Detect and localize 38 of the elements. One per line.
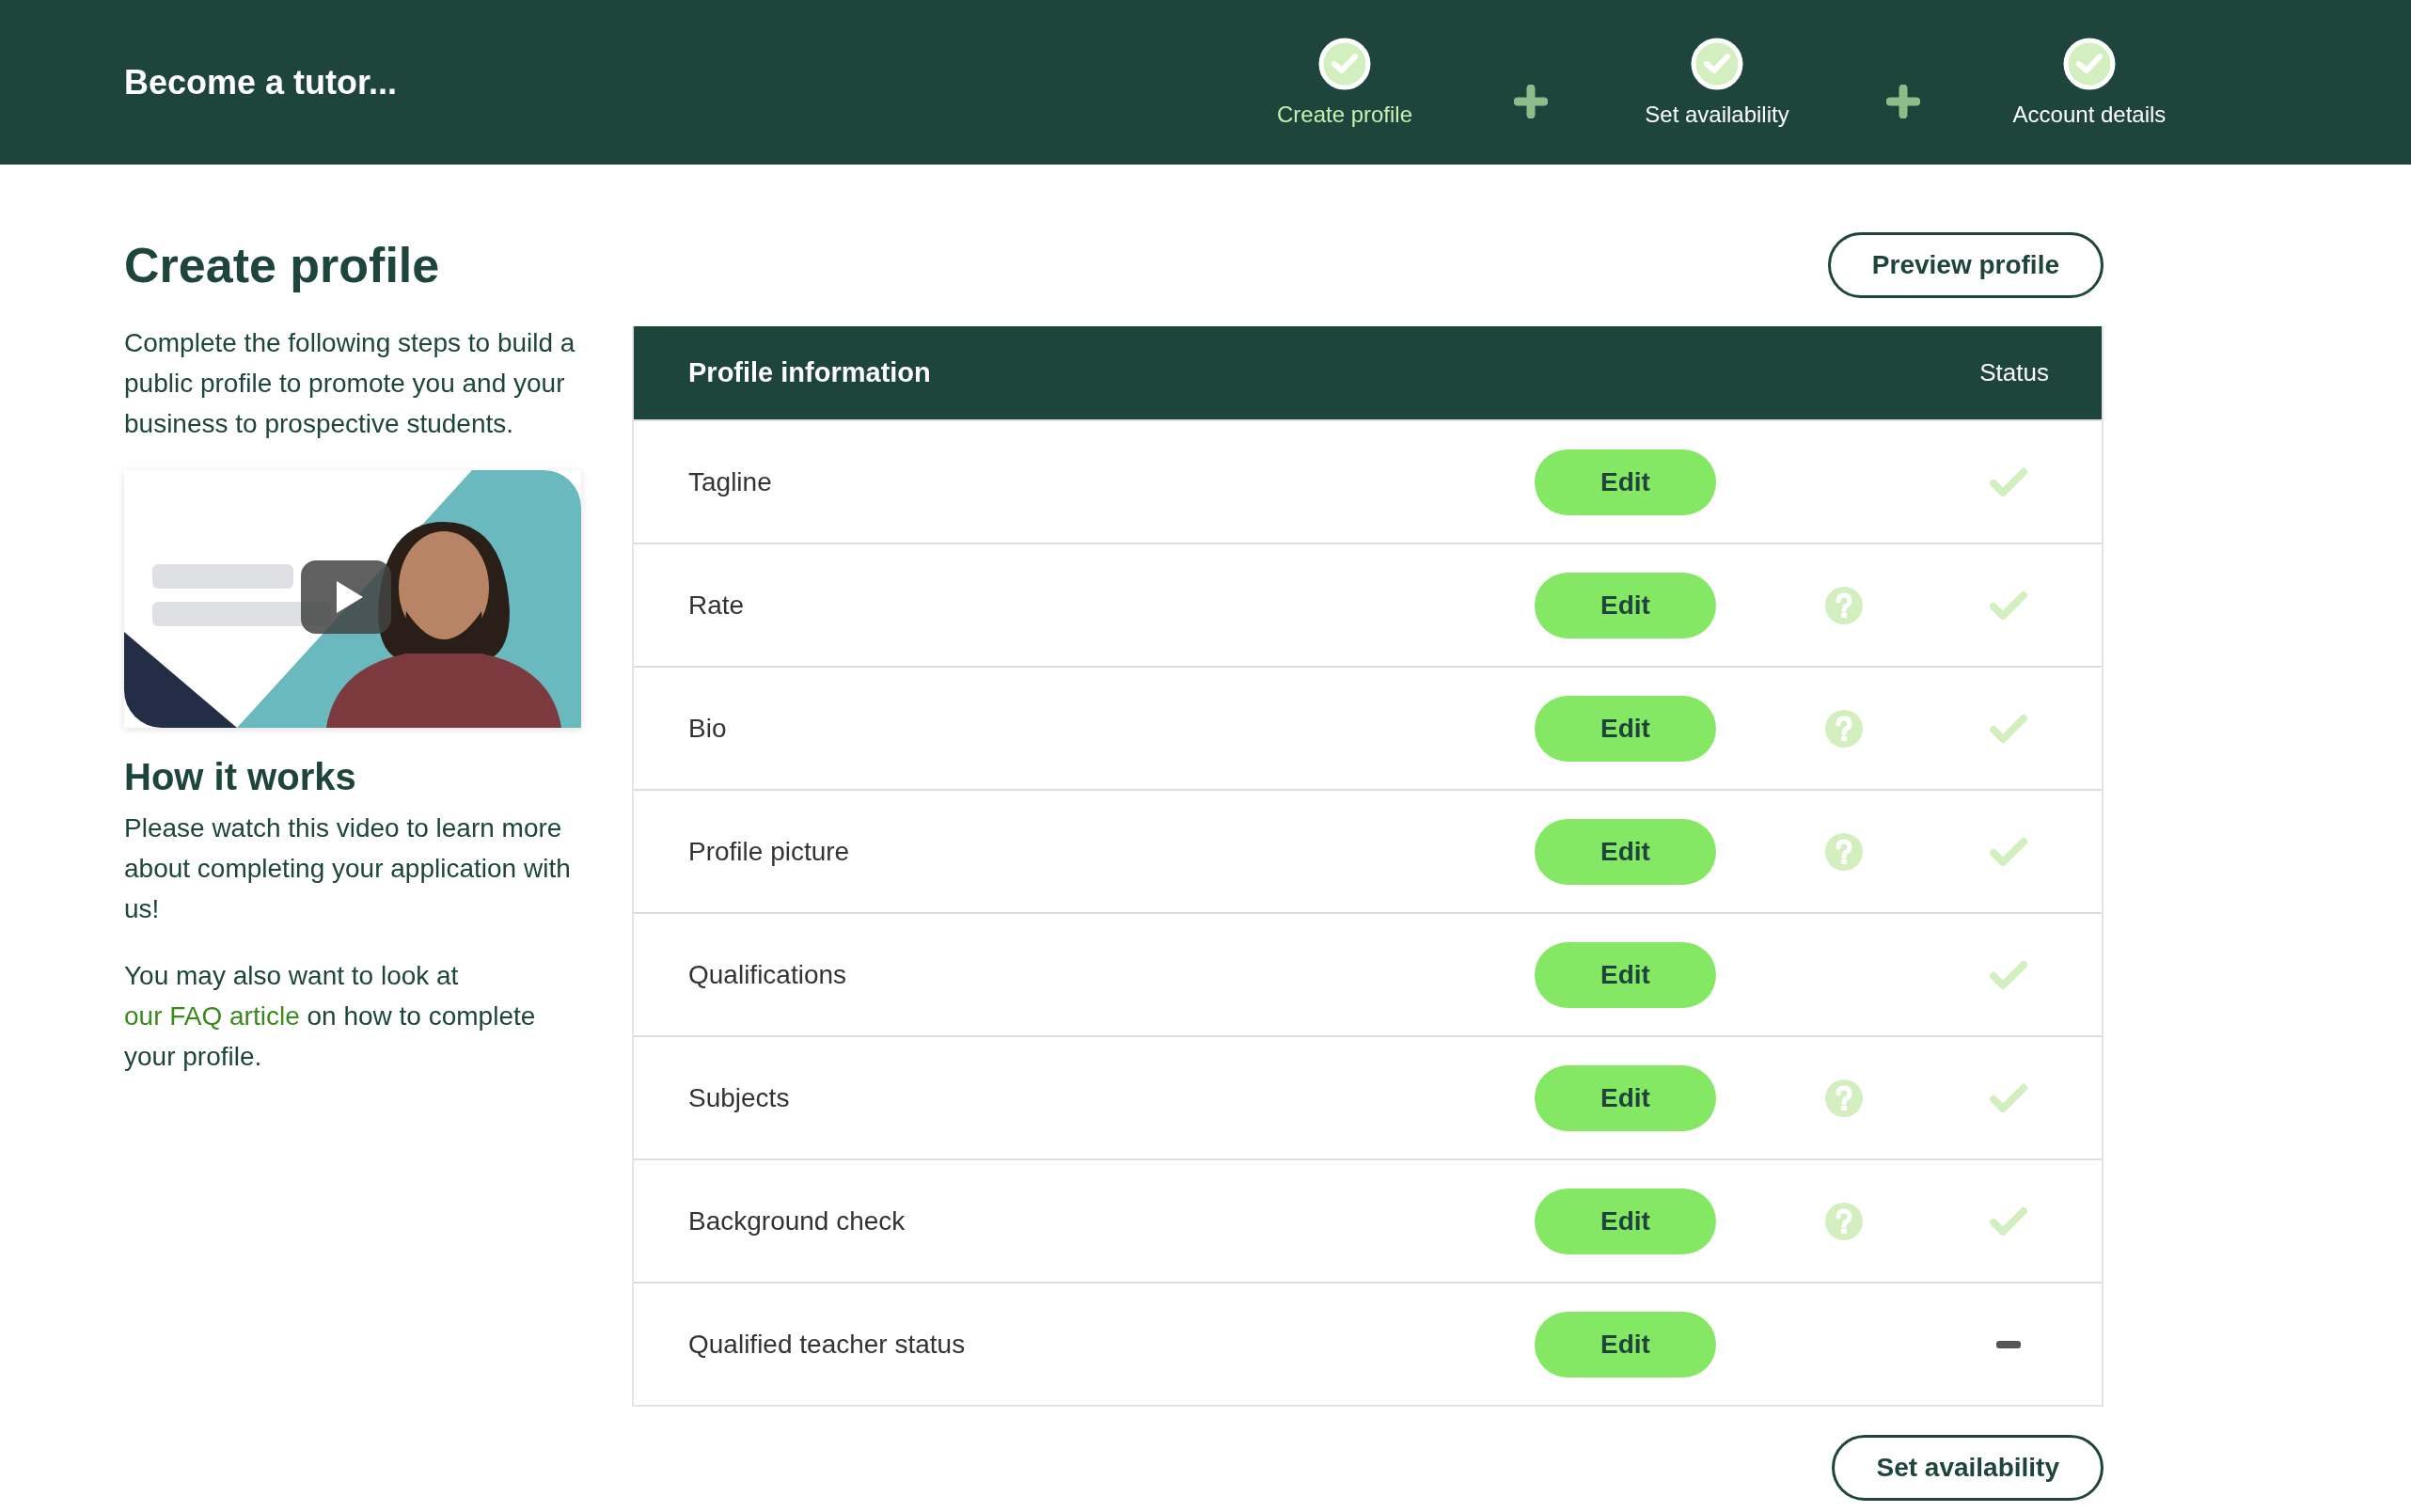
row-label: Tagline — [688, 466, 773, 497]
edit-button[interactable]: Edit — [1535, 572, 1716, 638]
edit-button[interactable]: Edit — [1535, 1188, 1716, 1254]
preview-profile-button[interactable]: Preview profile — [1827, 232, 2104, 298]
column-header: Profile information — [688, 357, 931, 388]
section-heading: How it works — [124, 756, 357, 798]
help-icon[interactable] — [1825, 1079, 1863, 1117]
description-text: Complete the following steps to build a public profile to promote you and your business to prospective students. — [124, 327, 576, 440]
step-label[interactable]: Account details — [2012, 101, 2167, 128]
description-text: Please watch this video to learn more about completing your application with us! — [124, 812, 572, 925]
plus-icon — [1886, 84, 1920, 118]
edit-button[interactable]: Edit — [1535, 1311, 1716, 1378]
column-header: Status — [1979, 358, 2049, 387]
help-icon[interactable] — [1825, 586, 1863, 624]
edit-button[interactable]: Edit — [1535, 449, 1716, 515]
row-label: Bio — [688, 713, 728, 744]
help-icon[interactable] — [1825, 1202, 1863, 1240]
row-label: Qualified teacher status — [688, 1329, 967, 1360]
set-availability-button[interactable]: Set availability — [1832, 1435, 2104, 1501]
row-label: Qualifications — [688, 959, 848, 990]
faq-link[interactable]: our FAQ article — [124, 1001, 300, 1031]
play-icon[interactable] — [301, 560, 391, 634]
step-label[interactable]: Set availability — [1645, 101, 1789, 128]
step-label[interactable]: Create profile — [1276, 101, 1413, 128]
plus-icon — [1514, 84, 1548, 118]
edit-button[interactable]: Edit — [1535, 695, 1716, 762]
row-label: Rate — [688, 590, 746, 621]
help-icon[interactable] — [1825, 709, 1863, 748]
help-icon[interactable] — [1825, 832, 1863, 871]
edit-button[interactable]: Edit — [1535, 818, 1716, 885]
section-heading: Create profile — [124, 237, 441, 294]
row-label: Profile picture — [688, 836, 851, 867]
row-label: Background check — [688, 1205, 906, 1236]
edit-button[interactable]: Edit — [1535, 1064, 1716, 1131]
faq-paragraph: You may also want to look at our FAQ article on how to complete your profile. — [124, 960, 537, 1073]
row-label: Subjects — [688, 1082, 791, 1113]
edit-button[interactable]: Edit — [1535, 941, 1716, 1008]
page-title: Become a tutor... — [124, 62, 399, 102]
